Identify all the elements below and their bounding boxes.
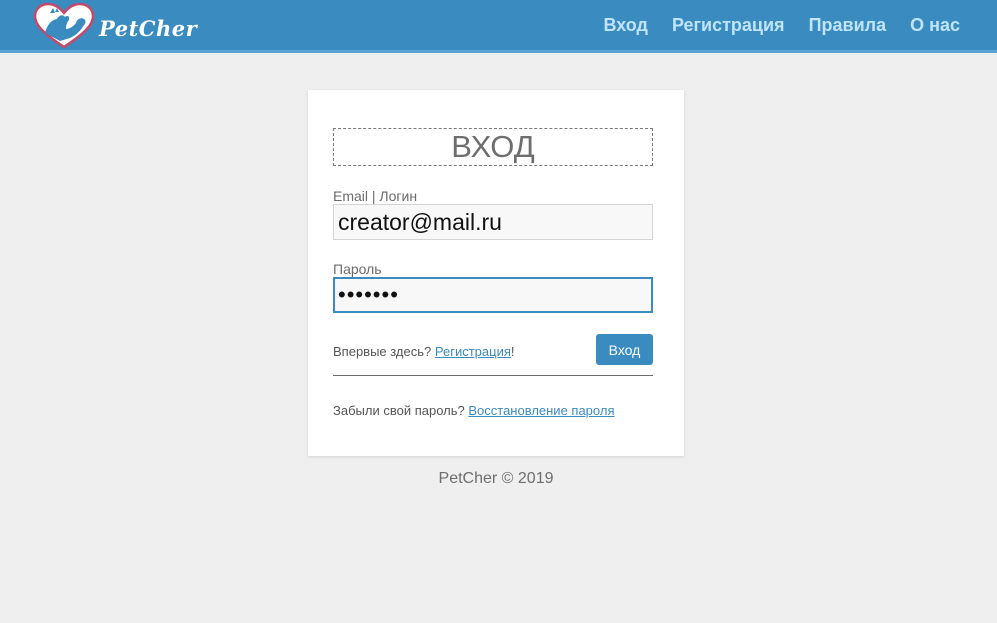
- register-link[interactable]: Регистрация: [435, 344, 511, 359]
- first-time-text: Впервые здесь?: [333, 344, 432, 359]
- forgot-password-note: Забыли свой пароль? Восстановление парол…: [333, 403, 614, 418]
- heart-pet-logo-icon: [33, 3, 95, 49]
- footer-copyright: PetCher © 2019: [438, 470, 554, 487]
- forgot-text: Забыли свой пароль?: [333, 403, 465, 418]
- nav-about-link[interactable]: О нас: [910, 15, 960, 36]
- form-divider: [333, 375, 653, 376]
- restore-password-link[interactable]: Восстановление пароля: [468, 403, 614, 418]
- logo[interactable]: PetCher: [33, 3, 197, 49]
- login-title: ВХОД: [333, 128, 653, 166]
- email-input[interactable]: [333, 204, 653, 240]
- first-time-note: Впервые здесь? Регистрация!: [333, 344, 515, 359]
- nav-register-link[interactable]: Регистрация: [672, 15, 785, 36]
- login-card: ВХОД Email | Логин Пароль Впервые здесь?…: [308, 90, 684, 456]
- login-button[interactable]: Вход: [596, 334, 653, 365]
- top-header: PetCher Вход Регистрация Правила О нас: [0, 0, 997, 53]
- email-label: Email | Логин: [333, 188, 418, 204]
- nav-login-link[interactable]: Вход: [603, 15, 648, 36]
- main-nav: Вход Регистрация Правила О нас: [579, 0, 960, 50]
- password-label: Пароль: [333, 261, 382, 277]
- register-suffix: !: [510, 344, 515, 359]
- nav-rules-link[interactable]: Правила: [809, 15, 887, 36]
- logo-text: PetCher: [99, 15, 198, 41]
- password-input[interactable]: [333, 277, 653, 313]
